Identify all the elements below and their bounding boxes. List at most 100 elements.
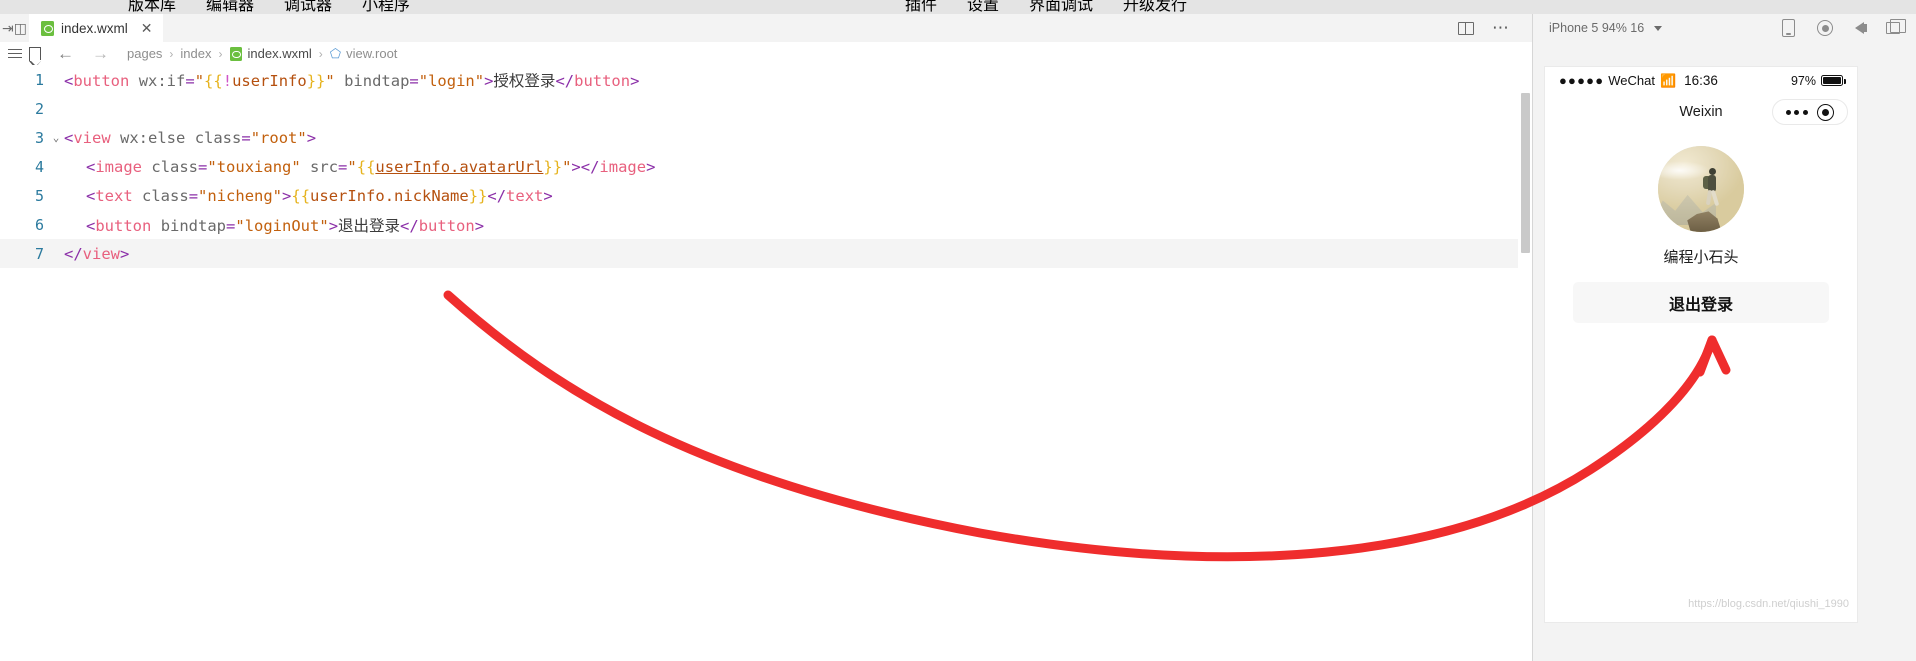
editor-vertical-scrollbar[interactable] [1518,65,1532,661]
menu-item-6[interactable]: 界面调试 [1029,0,1093,14]
token-punc: > [543,186,553,205]
token-attr: class [151,157,199,176]
token-brace: }} [543,157,563,176]
scrollbar-thumb[interactable] [1521,93,1530,253]
token-tag: button [574,71,631,90]
menu-item-5[interactable]: 设置 [967,0,999,14]
breadcrumb-file-label: index.wxml [247,46,312,61]
token-str: " [562,157,572,176]
phone-icon[interactable] [1782,19,1795,37]
code-editor[interactable]: 1 <button wx:if="{{!userInfo}}" bindtap="… [0,65,1532,661]
menu-item-1[interactable]: 编辑器 [206,0,254,14]
breadcrumb-separator: › [169,46,174,61]
token-str: " [325,71,335,90]
user-avatar [1658,146,1744,232]
code-line[interactable]: 5 <text class="nicheng">{{userInfo.nickNa… [0,181,1532,210]
menu-item-2[interactable]: 调试器 [284,0,332,14]
wxml-file-icon [41,20,54,36]
target-circle-icon[interactable] [1817,103,1835,121]
token-tag: button [95,216,152,235]
code-line[interactable]: 7 </view> [0,239,1532,268]
code-line[interactable]: 1 <button wx:if="{{!userInfo}}" bindtap="… [0,65,1532,94]
token-punc: > [328,216,339,235]
token-brace: }} [468,186,488,205]
breadcrumb-item-pages[interactable]: pages [127,46,162,61]
more-actions-icon[interactable]: ⋯ [1492,19,1510,36]
outline-list-icon[interactable] [0,46,29,61]
code-line[interactable]: 3 ⌄ <view wx:else class="root"> [0,123,1532,152]
main-menu-left-group: 版本库 编辑器 调试器 小程序 [128,0,440,14]
main-menu-right-group: 插件 设置 界面调试 升级发行 [905,0,1217,14]
logout-button[interactable]: 退出登录 [1573,282,1829,323]
close-icon[interactable]: ✕ [141,21,153,35]
phone-nav-bar: Weixin [1545,94,1857,130]
tab-index-wxml[interactable]: index.wxml ✕ [29,14,163,42]
battery-percent: 97% [1790,73,1816,88]
phone-frame: ●●●●● WeChat 📶 16:36 97% Weixin 编程小石头 退出… [1545,67,1857,622]
code-lines[interactable]: 1 <button wx:if="{{!userInfo}}" bindtap="… [0,65,1532,268]
code-line[interactable]: 2 [0,94,1532,123]
token-str: "login" [418,71,485,90]
token-attr: wx:else [120,128,186,147]
token-eq: = [185,71,195,90]
token-tag: image [599,157,647,176]
token-punc: > [571,157,581,176]
code-line[interactable]: 6 <button bindtap="loginOut">退出登录</button… [0,210,1532,239]
token-punc: </ [64,244,83,263]
breadcrumb-item-index[interactable]: index [180,46,211,61]
chevron-down-icon[interactable] [1654,25,1663,31]
tab-label: index.wxml [61,20,128,36]
token-eq: = [198,157,208,176]
token-text: 退出登录 [338,216,401,235]
window-icon[interactable] [1886,19,1906,34]
code-text: <image class="touxiang" src="{{userInfo.… [64,158,1532,176]
token-str: "loginOut" [235,216,329,235]
signal-dots-icon: ●●●●● [1559,73,1605,88]
sound-icon[interactable] [1855,22,1867,34]
arrow-right-icon[interactable]: → [92,44,109,64]
breadcrumb-item-symbol[interactable]: ⬠ view.root [330,46,398,62]
menu-item-7[interactable]: 升级发行 [1123,0,1187,14]
code-line[interactable]: 4 <image class="touxiang" src="{{userInfo… [0,152,1532,181]
token-str: "root" [250,128,307,147]
arrow-left-icon[interactable]: ← [57,44,74,64]
token-punc: < [86,186,96,205]
capsule-menu[interactable] [1772,99,1848,125]
token-link: userInfo.avatarUrl [375,157,544,176]
token-brace: {{ [356,157,376,176]
token-brace: }} [306,71,326,90]
token-str: "nicheng" [198,186,283,205]
carrier-label: WeChat [1608,73,1655,88]
breadcrumb: ← → pages › index › index.wxml › ⬠ view.r… [0,42,1532,68]
token-punc: > [630,71,640,90]
device-selector-label[interactable]: iPhone 5 94% 16 [1549,21,1644,35]
token-attr: wx:if [138,71,186,90]
code-text: <view wx:else class="root"> [64,129,1532,147]
token-tag: button [73,71,130,90]
menu-item-3[interactable]: 小程序 [362,0,410,14]
fold-chevron-icon[interactable]: ⌄ [48,131,64,144]
more-dots-icon[interactable] [1785,109,1808,115]
token-str: " [194,71,205,90]
line-number: 2 [34,99,44,118]
breadcrumb-item-file[interactable]: index.wxml [229,46,312,61]
token-punc: > [646,157,656,176]
menu-item-0[interactable]: 版本库 [128,0,176,14]
bookmark-icon[interactable] [28,46,42,68]
panel-toggle-icon[interactable]: ⇥◫ [0,14,29,42]
record-icon[interactable] [1817,20,1833,36]
split-editor-icon[interactable] [1458,21,1474,35]
token-tag: image [95,157,143,176]
breadcrumb-symbol-label: view.root [346,45,398,61]
line-number: 4 [34,157,44,176]
menu-item-4[interactable]: 插件 [905,0,937,14]
token-punc: < [86,216,96,235]
token-punc: </ [487,186,507,205]
mini-program-page: 编程小石头 退出登录 [1545,130,1857,323]
token-attr: class [194,128,242,147]
token-excl: ! [222,71,233,90]
